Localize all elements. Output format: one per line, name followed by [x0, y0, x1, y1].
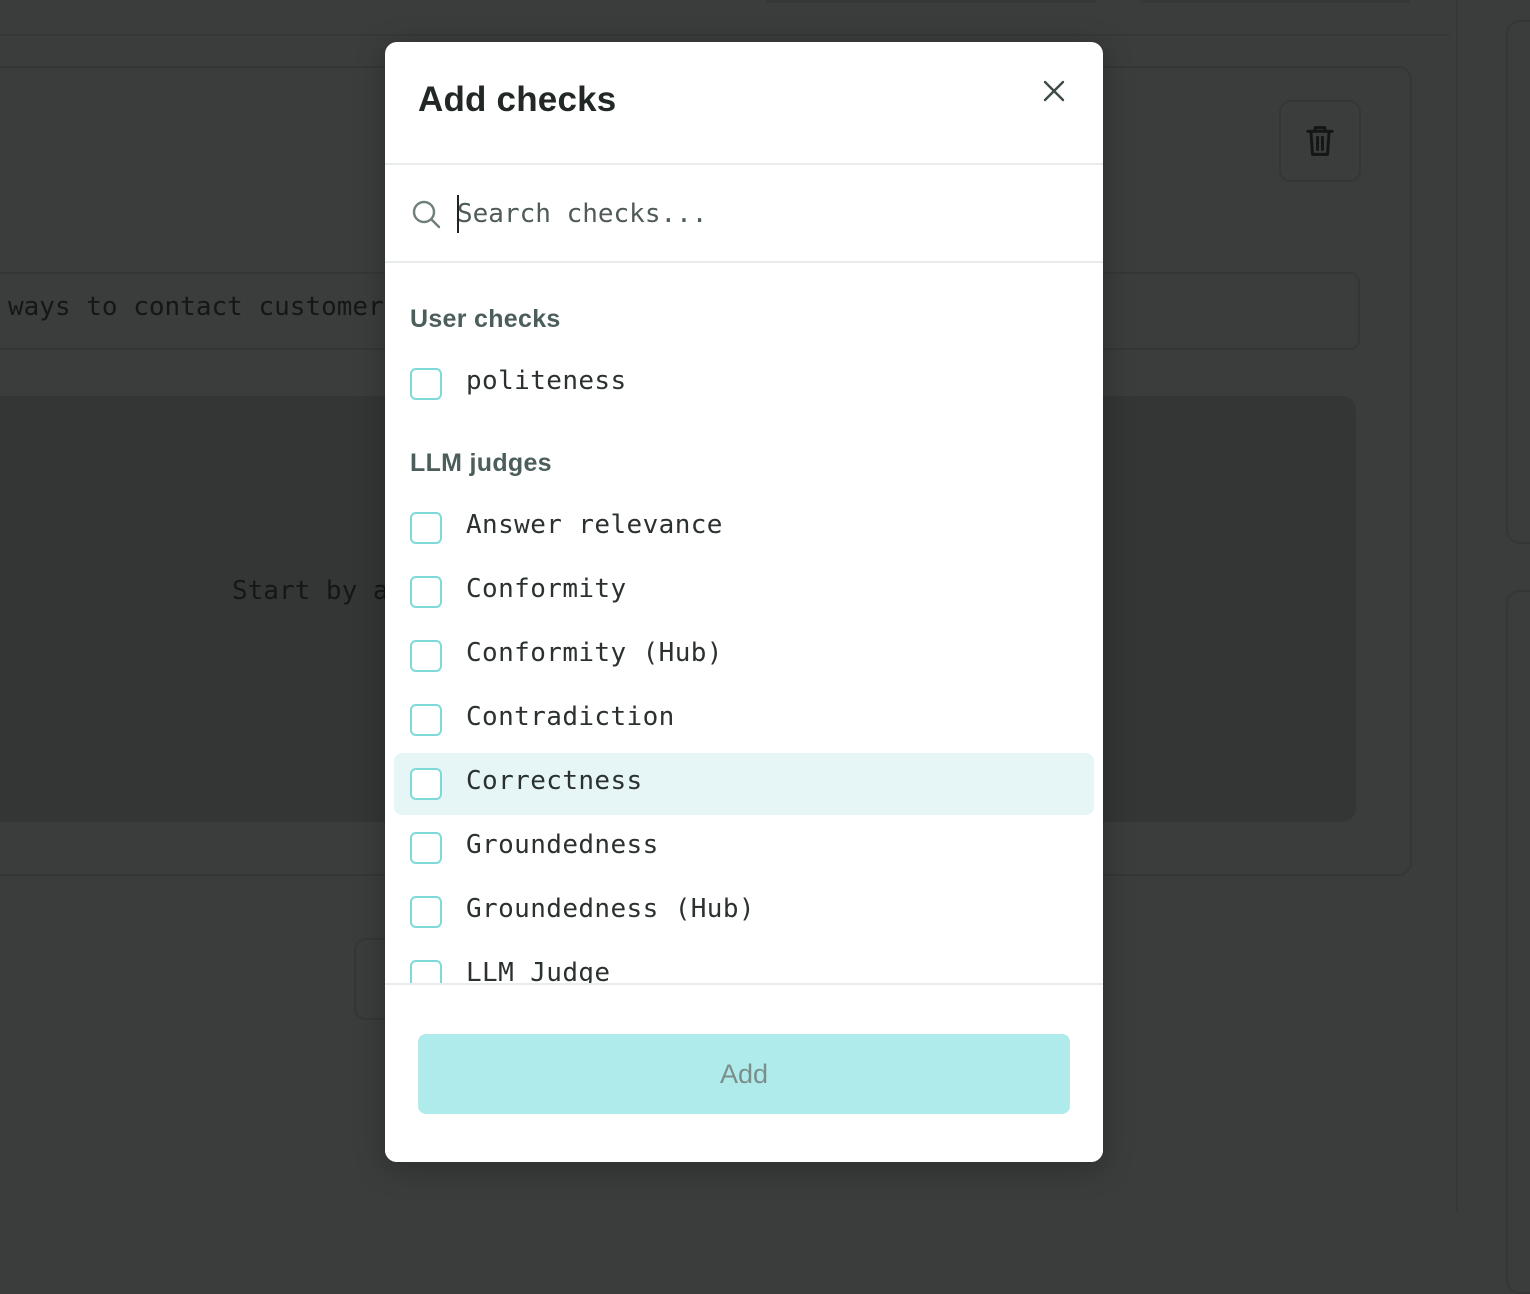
check-item-politeness[interactable]: politeness [394, 353, 1094, 415]
search-icon [412, 200, 441, 229]
add-checks-dialog: Add checks User checks politeness LLM ju… [385, 42, 1103, 1162]
check-item-conformity-hub[interactable]: Conformity (Hub) [394, 625, 1094, 687]
check-item-contradiction[interactable]: Contradiction [394, 689, 1094, 751]
bg-right-panel [1506, 20, 1530, 544]
check-item-label: Answer relevance [466, 510, 723, 540]
bg-top-segment [1140, 0, 1410, 3]
section-title-user-checks: User checks [410, 305, 561, 333]
checkbox[interactable] [410, 832, 442, 864]
check-item-label: LLM Judge [466, 958, 611, 983]
dialog-header: Add checks [385, 42, 1103, 165]
check-item-groundedness-hub[interactable]: Groundedness (Hub) [394, 881, 1094, 943]
checks-list: User checks politeness LLM judges Answer… [385, 263, 1103, 983]
bg-right-panel [1506, 590, 1530, 1294]
checkbox[interactable] [410, 640, 442, 672]
text-caret [457, 195, 459, 233]
bg-question-text: ways to contact customer s [8, 292, 415, 322]
checkbox[interactable] [410, 896, 442, 928]
check-item-label: Conformity (Hub) [466, 638, 723, 668]
checkbox[interactable] [410, 704, 442, 736]
check-item-correctness[interactable]: Correctness [394, 753, 1094, 815]
close-button[interactable] [1035, 72, 1073, 110]
bg-header-divider [0, 34, 1450, 36]
check-item-groundedness[interactable]: Groundedness [394, 817, 1094, 879]
add-button[interactable]: Add [418, 1034, 1070, 1114]
check-item-label: Groundedness [466, 830, 659, 860]
bg-delete-button [1279, 100, 1361, 182]
close-icon [1043, 80, 1065, 102]
check-item-conformity[interactable]: Conformity [394, 561, 1094, 623]
checkbox[interactable] [410, 576, 442, 608]
checkbox[interactable] [410, 368, 442, 400]
search-input[interactable] [457, 189, 1057, 239]
check-item-label: politeness [466, 366, 627, 396]
check-item-label: Contradiction [466, 702, 675, 732]
checkbox[interactable] [410, 768, 442, 800]
bg-right-divider [1456, 0, 1458, 1212]
bg-top-segment [766, 0, 1096, 3]
check-item-label: Groundedness (Hub) [466, 894, 755, 924]
check-item-answer-relevance[interactable]: Answer relevance [394, 497, 1094, 559]
checkbox[interactable] [410, 960, 442, 983]
check-item-llm-judge[interactable]: LLM Judge [394, 945, 1094, 983]
dialog-footer: Add [385, 983, 1103, 1162]
check-item-label: Conformity [466, 574, 627, 604]
checkbox[interactable] [410, 512, 442, 544]
dialog-title: Add checks [418, 80, 617, 119]
search-bar [385, 165, 1103, 263]
bg-empty-state-text: Start by ad [232, 576, 405, 606]
section-title-llm-judges: LLM judges [410, 449, 552, 477]
trash-icon [1306, 126, 1334, 156]
check-item-label: Correctness [466, 766, 643, 796]
